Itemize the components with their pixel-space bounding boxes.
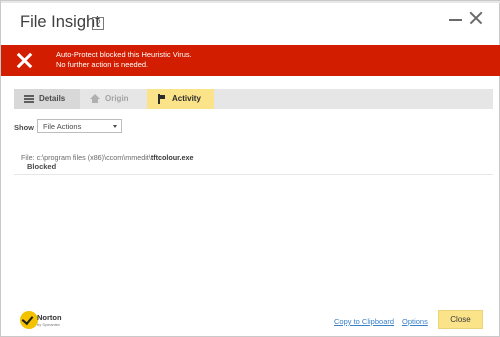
- check-icon: [21, 312, 34, 326]
- close-window-icon[interactable]: [467, 9, 485, 27]
- title-bar: File Insight ?: [1, 1, 500, 45]
- blocked-x-icon: [16, 52, 32, 68]
- tab-activity[interactable]: Activity: [147, 89, 214, 109]
- tab-origin[interactable]: Origin: [80, 89, 147, 109]
- help-icon[interactable]: ?: [92, 17, 104, 30]
- tab-bar: Details Origin Activity: [14, 89, 493, 109]
- activity-status: Blocked: [27, 162, 57, 171]
- copy-to-clipboard-link[interactable]: Copy to Clipboard: [334, 317, 394, 326]
- window-title: File Insight: [20, 13, 100, 31]
- file-name: tftcolour.exe: [150, 153, 194, 162]
- minimize-icon[interactable]: [447, 9, 465, 27]
- alert-line-1: Auto-Protect blocked this Heuristic Viru…: [56, 50, 192, 59]
- tab-details[interactable]: Details: [14, 89, 80, 109]
- tab-activity-label: Activity: [172, 94, 201, 103]
- alert-line-2: No further action is needed.: [56, 60, 149, 69]
- options-link[interactable]: Options: [402, 317, 428, 326]
- close-button[interactable]: Close: [438, 310, 483, 329]
- activity-row-divider: [14, 174, 493, 175]
- show-label: Show: [14, 123, 34, 132]
- alert-message: Auto-Protect blocked this Heuristic Viru…: [56, 50, 192, 70]
- file-insight-window: File Insight ? Auto-Protect blocked this…: [0, 0, 500, 337]
- tab-origin-label: Origin: [105, 94, 129, 103]
- norton-brand: Norton: [37, 313, 62, 322]
- details-lines-icon: [24, 94, 34, 104]
- norton-brand-sub: by Symantec: [37, 322, 61, 327]
- chevron-down-icon: [113, 125, 117, 128]
- activity-file-path: File: c:\program files (x86)\ccom\mmedit…: [21, 153, 194, 162]
- show-filter-dropdown[interactable]: File Actions: [37, 119, 122, 133]
- flag-icon: [157, 94, 167, 104]
- norton-logo-icon: [20, 311, 38, 329]
- tab-details-label: Details: [39, 94, 66, 103]
- home-icon: [90, 94, 100, 104]
- alert-banner: Auto-Protect blocked this Heuristic Viru…: [1, 45, 500, 76]
- file-path-prefix: File: c:\program files (x86)\ccom\mmedit…: [21, 153, 151, 162]
- show-filter-value: File Actions: [43, 122, 82, 131]
